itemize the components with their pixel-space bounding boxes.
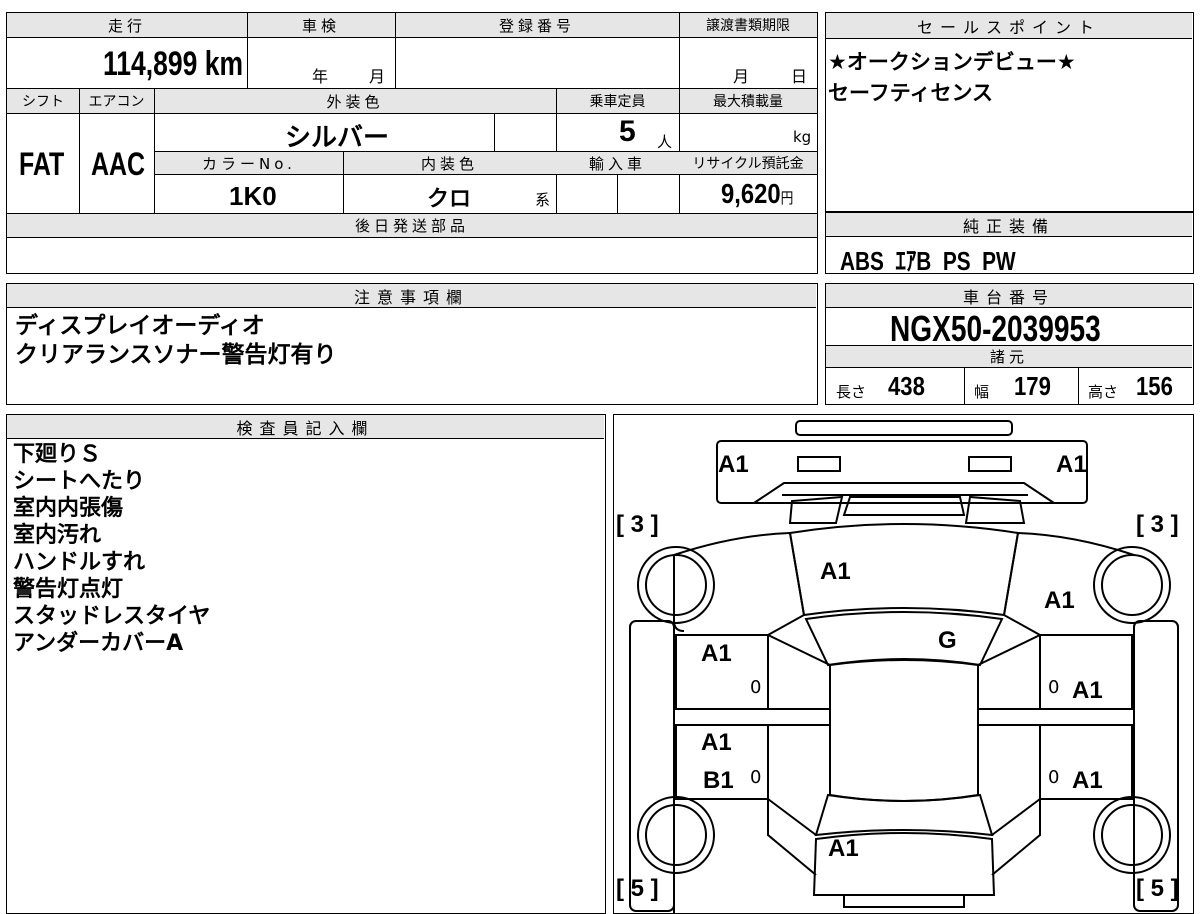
sales-point-item: ★オークションデビュー★ <box>828 50 1076 74</box>
equipment-value: ABS ｴｱB PS PW <box>840 246 1016 276</box>
aircon-header: エアコン <box>79 89 154 113</box>
inspector-item: シートへたり <box>13 469 146 494</box>
sales-point-header: セールスポイント <box>826 13 1192 39</box>
shift-header: シフト <box>7 89 79 113</box>
registration-header: 登録番号 <box>395 13 679 37</box>
tire-tread-front-right: [ 3 ] <box>1136 511 1179 538</box>
zero-mark: 0 <box>1048 767 1060 788</box>
capacity-header: 乗車定員 <box>556 89 679 113</box>
zero-mark: 0 <box>1048 677 1060 698</box>
interior-color-value: クロ <box>427 187 472 212</box>
tire-tread-rear-right: [ 5 ] <box>1136 875 1179 902</box>
color-no-header: カラーNo. <box>155 152 343 174</box>
specs-header: 諸元 <box>826 345 1192 368</box>
import-header: 輸入車 <box>556 152 679 174</box>
inspection-year-label: 年 <box>312 67 329 86</box>
equipment-header: 純正装備 <box>826 213 1192 237</box>
inspector-panel: 検査員記入欄 下廻りＳ シートへたり 室内内張傷 室内汚れ ハンドルすれ 警告灯… <box>6 414 606 914</box>
inspector-item: アンダーカバーA <box>13 631 184 656</box>
zero-mark: 0 <box>750 677 762 698</box>
sales-point-panel: セールスポイント ★オークションデビュー★ セーフティセンス <box>825 12 1194 212</box>
damage-label-rear: A1 <box>828 835 859 862</box>
max-load-header: 最大積載量 <box>679 89 817 113</box>
mileage-header: 走行 <box>7 13 247 37</box>
damage-label-right-rear-door: A1 <box>1072 767 1103 794</box>
capacity-unit: 人 <box>657 133 673 151</box>
recycle-value: 9,620 <box>721 178 781 209</box>
deadline-day-label: 日 <box>791 67 808 86</box>
chassis-number: NGX50-2039953 <box>890 308 1101 349</box>
mileage-unit: km <box>204 45 244 83</box>
chassis-panel: 車台番号 NGX50-2039953 諸元 長さ 438 幅 179 高さ 15… <box>825 283 1194 405</box>
damage-label-windshield: G <box>938 627 957 654</box>
mileage-value: 114,899 <box>103 45 198 83</box>
interior-color-header: 内装色 <box>343 152 556 174</box>
damage-label-front-left: A1 <box>718 451 749 478</box>
inspection-header: 車検 <box>247 13 395 37</box>
tire-tread-front-left: [ 3 ] <box>616 511 659 538</box>
inspection-month-label: 月 <box>369 67 386 86</box>
inspector-list: 下廻りＳ シートへたり 室内内張傷 室内汚れ ハンドルすれ 警告灯点灯 スタッド… <box>13 441 210 657</box>
damage-label-front-right: A1 <box>1056 451 1087 478</box>
inspector-item: 下廻りＳ <box>13 442 102 467</box>
shift-value: FAT <box>19 146 65 182</box>
spec-height-label: 高さ <box>1088 383 1119 401</box>
interior-color-suffix: 系 <box>535 191 551 209</box>
chassis-header: 車台番号 <box>826 284 1192 308</box>
tire-tread-rear-left: [ 5 ] <box>616 875 659 902</box>
recycle-header: リサイクル預託金 <box>679 152 817 174</box>
inspector-item: ハンドルすれ <box>13 550 146 575</box>
spec-width-value: 179 <box>1014 371 1051 401</box>
exterior-color-value: シルバー <box>285 123 390 153</box>
exterior-color-header: 外装色 <box>154 89 556 113</box>
equipment-panel: 純正装備 ABS ｴｱB PS PW <box>825 212 1194 276</box>
damage-label-right-fender: A1 <box>1044 587 1075 614</box>
max-load-unit: kg <box>793 128 812 146</box>
deadline-month-label: 月 <box>733 67 750 86</box>
notes-panel: 注意事項欄 ディスプレイオーディオ クリアランスソナー警告灯有り <box>6 283 818 405</box>
inspector-item: 警告灯点灯 <box>13 577 124 602</box>
spec-length-value: 438 <box>888 371 925 401</box>
damage-label-left-rear-door: A1 <box>701 729 732 756</box>
inspector-item: 室内内張傷 <box>13 496 124 521</box>
recycle-unit: 円 <box>780 190 794 207</box>
inspector-item: スタッドレスタイヤ <box>13 604 211 629</box>
transfer-deadline-header: 譲渡書類期限 <box>679 13 817 37</box>
sales-point-list: ★オークションデビュー★ セーフティセンス <box>828 47 1076 109</box>
aircon-value: AAC <box>91 146 146 182</box>
later-parts-header: 後日発送部品 <box>7 214 817 237</box>
damage-label-left-front-door: A1 <box>701 640 732 667</box>
damage-label-hood: A1 <box>820 558 851 585</box>
damage-label-left-rear-door-2: B1 <box>703 767 734 794</box>
spec-length-label: 長さ <box>836 383 867 401</box>
notes-item: ディスプレイオーディオ <box>15 313 265 339</box>
capacity-value: 5 <box>619 115 636 148</box>
inspector-item: 室内汚れ <box>13 523 102 548</box>
inspector-header: 検査員記入欄 <box>7 415 604 439</box>
notes-list: ディスプレイオーディオ クリアランスソナー警告灯有り <box>15 312 337 370</box>
damage-diagram-panel: A1 A1 A1 A1 G A1 A1 A1 B1 A1 A1 0 0 0 0 … <box>613 414 1194 914</box>
damage-label-right-front-door: A1 <box>1072 677 1103 704</box>
spec-width-label: 幅 <box>974 383 990 401</box>
notes-header: 注意事項欄 <box>7 284 816 308</box>
sales-point-item: セーフティセンス <box>828 81 994 105</box>
zero-mark: 0 <box>750 767 762 788</box>
vehicle-info-table: 走行 車検 登録番号 譲渡書類期限 114,899 km 年 月 月 日 シフト… <box>6 12 818 274</box>
spec-height-value: 156 <box>1136 371 1173 401</box>
color-no-value: 1K0 <box>229 181 277 211</box>
notes-item: クリアランスソナー警告灯有り <box>15 342 337 368</box>
